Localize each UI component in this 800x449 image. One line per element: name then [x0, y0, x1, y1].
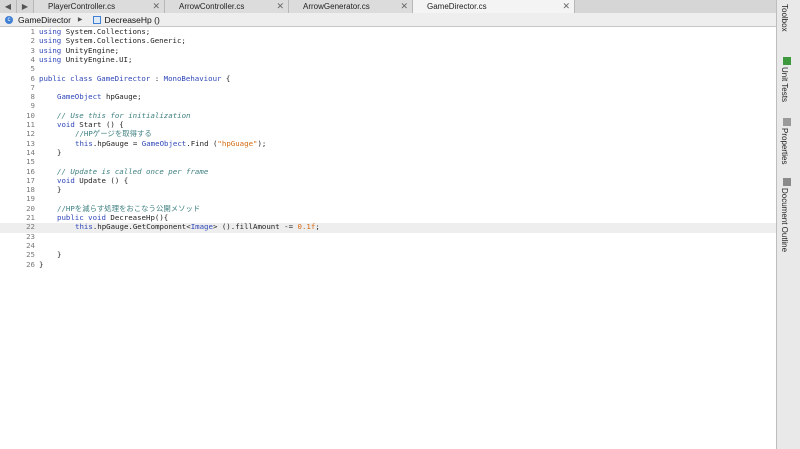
- close-icon[interactable]: ✕: [276, 0, 284, 12]
- line-number: 18: [26, 185, 35, 195]
- code-line: //HPを減らす処理をおこなう公開メソッド: [57, 203, 201, 213]
- code-line: using System.Collections.Generic;: [39, 36, 186, 46]
- tab-label: ArrowGenerator.cs: [303, 2, 370, 11]
- properties-pad-button[interactable]: Properties: [780, 128, 789, 164]
- chevron-right-icon: ▶: [77, 17, 83, 23]
- line-number: 1: [30, 27, 35, 36]
- line-number: 24: [26, 240, 35, 250]
- code-line: // Update is called once per frame: [57, 166, 209, 176]
- line-number: 7: [30, 82, 35, 92]
- toolbox-pad-button[interactable]: Toolbox: [780, 4, 789, 32]
- line-number: 26: [26, 259, 35, 269]
- line-number: 6: [30, 73, 35, 83]
- method-icon: [92, 15, 101, 24]
- chevron-right-icon: ▶: [21, 2, 29, 11]
- document-outline-pad-button[interactable]: Document Outline: [780, 188, 789, 252]
- line-number: 22: [26, 222, 35, 232]
- tab-arrowgenerator[interactable]: ArrowGenerator.cs ✕: [289, 0, 413, 13]
- line-number: 4: [30, 54, 35, 64]
- close-icon[interactable]: ✕: [562, 0, 570, 12]
- line-number: 2: [30, 36, 35, 46]
- tab-label: PlayerController.cs: [48, 2, 116, 11]
- tab-arrowcontroller[interactable]: ArrowController.cs ✕: [165, 0, 289, 13]
- line-number: 12: [26, 129, 35, 139]
- tab-scroll-right-button[interactable]: ▶: [17, 0, 34, 13]
- line-number: 15: [26, 157, 35, 167]
- code-line: this.hpGauge = GameObject.Find ("hpGuage…: [75, 138, 267, 148]
- code-line: public class GameDirector : MonoBehaviou…: [39, 73, 231, 83]
- code-line: void Update () {: [57, 175, 129, 185]
- line-number: 17: [26, 175, 35, 185]
- line-number-gutter: 1 2 3 4 5 6 7 8 9 10 11 12 13 14 15 16 1…: [0, 27, 35, 449]
- unit-tests-pad-button[interactable]: Unit Tests: [780, 67, 789, 102]
- code-line: void Start () {: [57, 120, 124, 129]
- tab-label: GameDirector.cs: [427, 2, 487, 11]
- properties-icon: [783, 118, 791, 126]
- code-line-current: this.hpGauge.GetComponent<Image> ().fill…: [75, 222, 320, 232]
- code-line: }: [39, 259, 44, 269]
- close-icon[interactable]: ✕: [152, 0, 160, 12]
- code-editor[interactable]: 1 2 3 4 5 6 7 8 9 10 11 12 13 14 15 16 1…: [0, 27, 776, 449]
- line-number: 16: [26, 166, 35, 176]
- code-line: // Use this for initialization: [57, 110, 191, 120]
- right-dock-bar: Toolbox Unit Tests Properties Document O…: [776, 0, 800, 449]
- tab-gamedirector[interactable]: GameDirector.cs ✕: [413, 0, 575, 13]
- code-line: using UnityEngine.UI;: [39, 54, 133, 64]
- code-line: public void DecreaseHp(){: [57, 213, 169, 222]
- code-line: }: [57, 250, 62, 260]
- tab-label: ArrowController.cs: [179, 2, 245, 11]
- line-number: 11: [26, 120, 35, 129]
- code-line: }: [57, 147, 62, 157]
- breadcrumb-method[interactable]: DecreaseHp (): [105, 15, 160, 25]
- line-number: 8: [30, 92, 35, 102]
- line-number: 21: [26, 213, 35, 222]
- line-number: 20: [26, 203, 35, 213]
- code-line: using UnityEngine;: [39, 45, 120, 55]
- code-line: }: [57, 185, 62, 195]
- line-number: 23: [26, 231, 35, 241]
- close-icon[interactable]: ✕: [400, 0, 408, 12]
- line-number: 19: [26, 194, 35, 204]
- line-number: 5: [30, 64, 35, 74]
- line-number: 9: [30, 101, 35, 111]
- tab-scroll-left-button[interactable]: ◀: [0, 0, 17, 13]
- line-number: 25: [26, 250, 35, 260]
- breadcrumb-class[interactable]: GameDirector: [18, 15, 71, 25]
- code-line: //HPゲージを取得する: [75, 129, 152, 139]
- code-line: GameObject hpGauge;: [57, 92, 142, 102]
- document-outline-icon: [783, 178, 791, 186]
- tab-playercontroller[interactable]: PlayerController.cs ✕: [34, 0, 165, 13]
- unit-tests-icon: [783, 57, 791, 65]
- breadcrumb: c GameDirector ▶ DecreaseHp (): [0, 13, 776, 27]
- line-number: 14: [26, 147, 35, 157]
- code-line: using System.Collections;: [39, 27, 151, 36]
- line-number: 3: [30, 45, 35, 55]
- class-icon: c: [5, 15, 13, 24]
- line-number: 10: [26, 110, 35, 120]
- line-number: 13: [26, 138, 35, 148]
- tab-bar: ◀ ▶ PlayerController.cs ✕ ArrowControlle…: [0, 0, 776, 14]
- chevron-left-icon: ◀: [4, 2, 12, 11]
